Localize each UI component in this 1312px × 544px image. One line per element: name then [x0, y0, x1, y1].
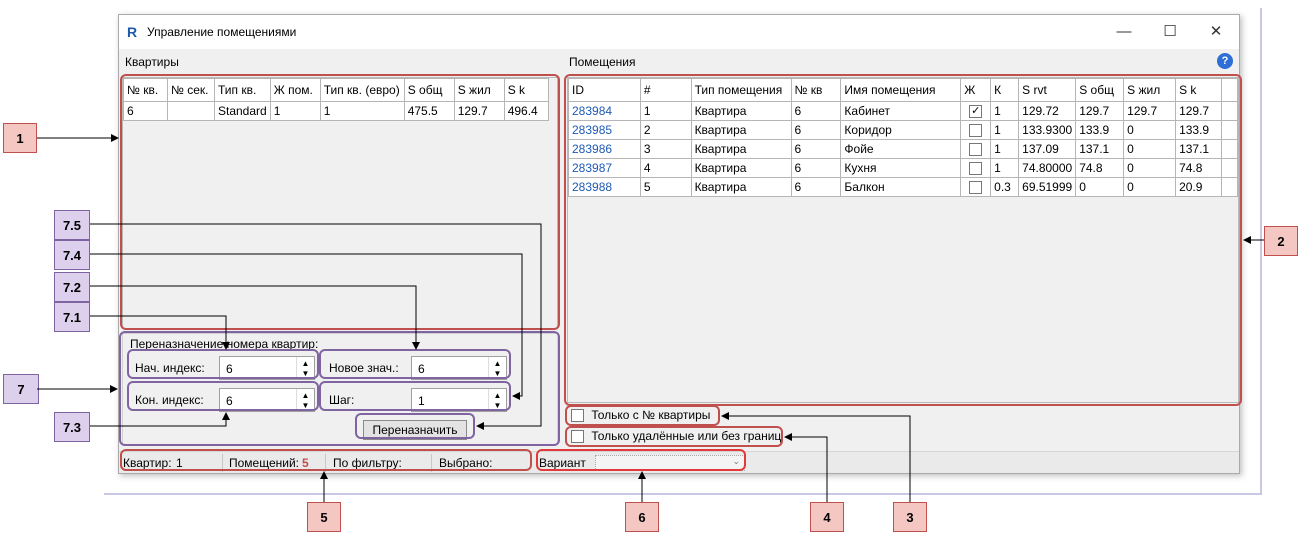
connector-7-1	[90, 315, 230, 350]
connector-3	[721, 412, 911, 502]
callout-connectors	[37, 134, 1264, 502]
connector-4	[784, 433, 828, 502]
connector-7-3	[90, 412, 230, 427]
connector-7-4	[90, 253, 523, 400]
connector-7-2	[90, 285, 420, 350]
